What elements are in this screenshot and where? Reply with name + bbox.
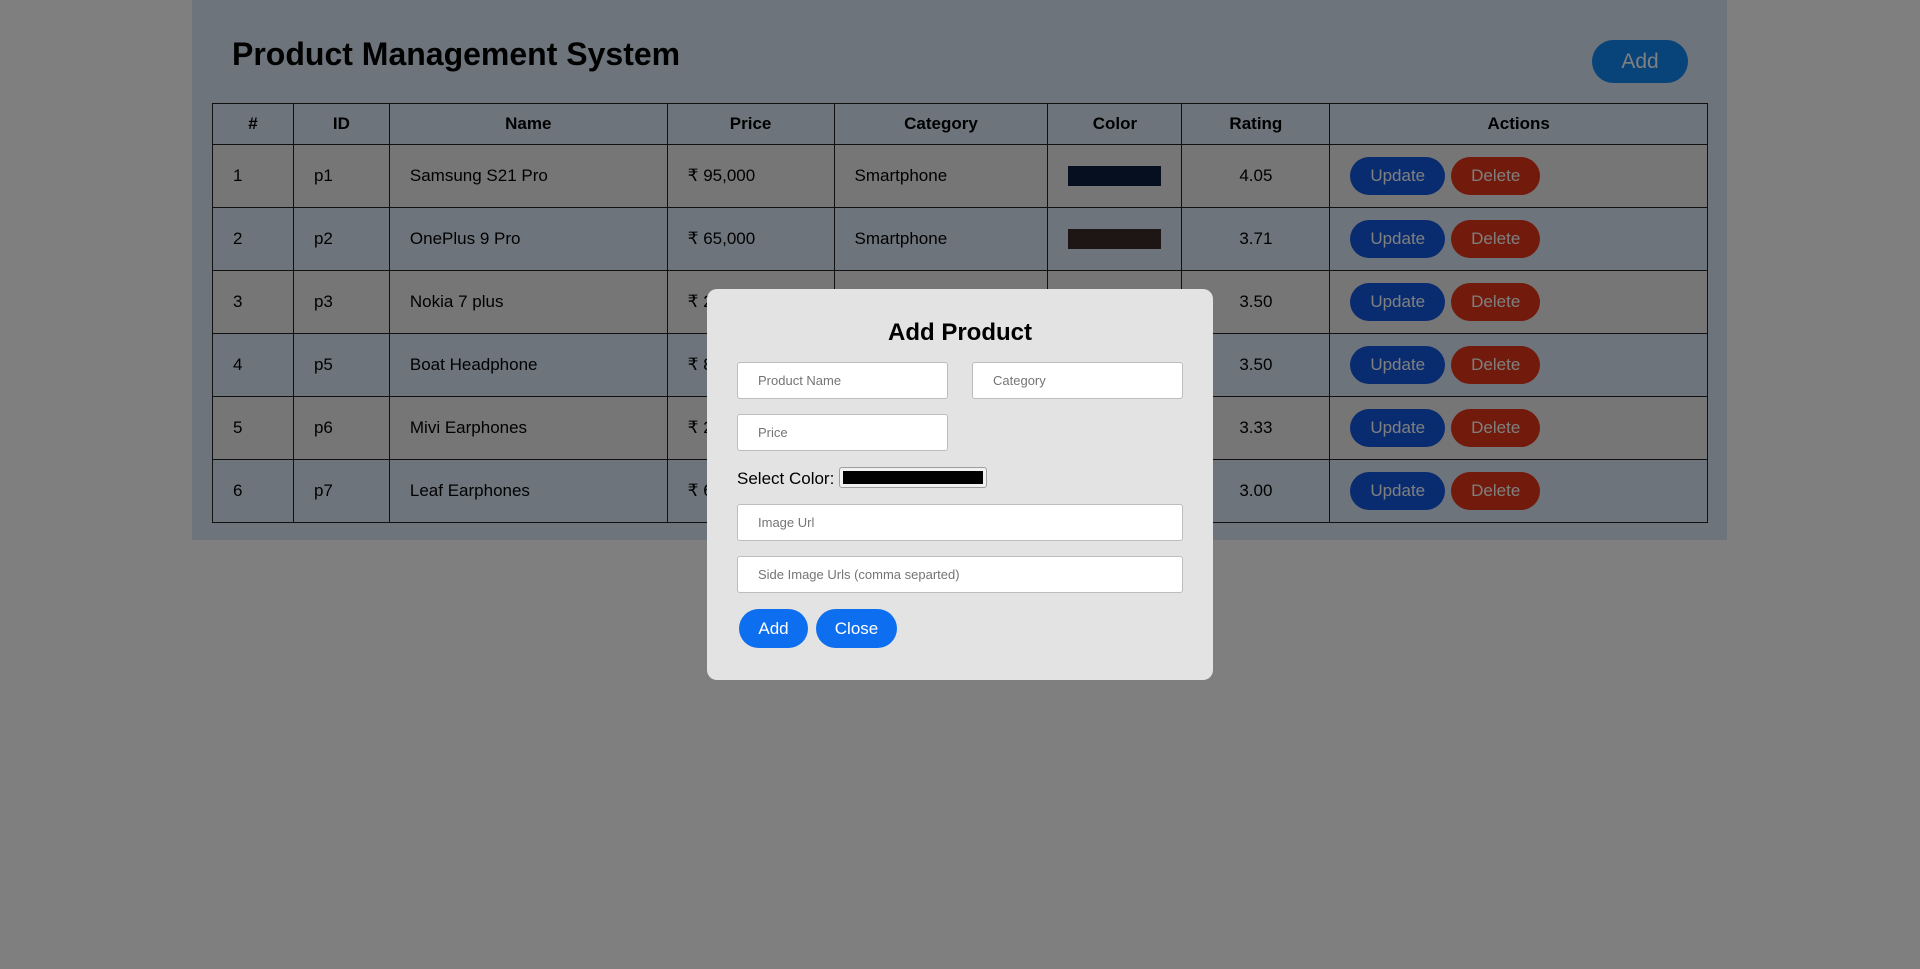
- modal-title: Add Product: [888, 319, 1032, 346]
- select-color-label: Select Color:: [737, 469, 835, 488]
- color-picker-swatch: [843, 471, 983, 484]
- modal-add-button[interactable]: Add: [739, 609, 808, 648]
- side-image-urls-input[interactable]: [737, 556, 1183, 593]
- modal-close-button[interactable]: Close: [816, 609, 897, 648]
- page: Product Management System Add # ID Name …: [0, 0, 1920, 969]
- add-product-modal: Add Product Select Color: Add Close: [707, 289, 1213, 680]
- category-input[interactable]: [972, 362, 1183, 399]
- color-picker[interactable]: [839, 467, 987, 488]
- price-input[interactable]: [737, 414, 948, 451]
- product-name-input[interactable]: [737, 362, 948, 399]
- image-url-input[interactable]: [737, 504, 1183, 541]
